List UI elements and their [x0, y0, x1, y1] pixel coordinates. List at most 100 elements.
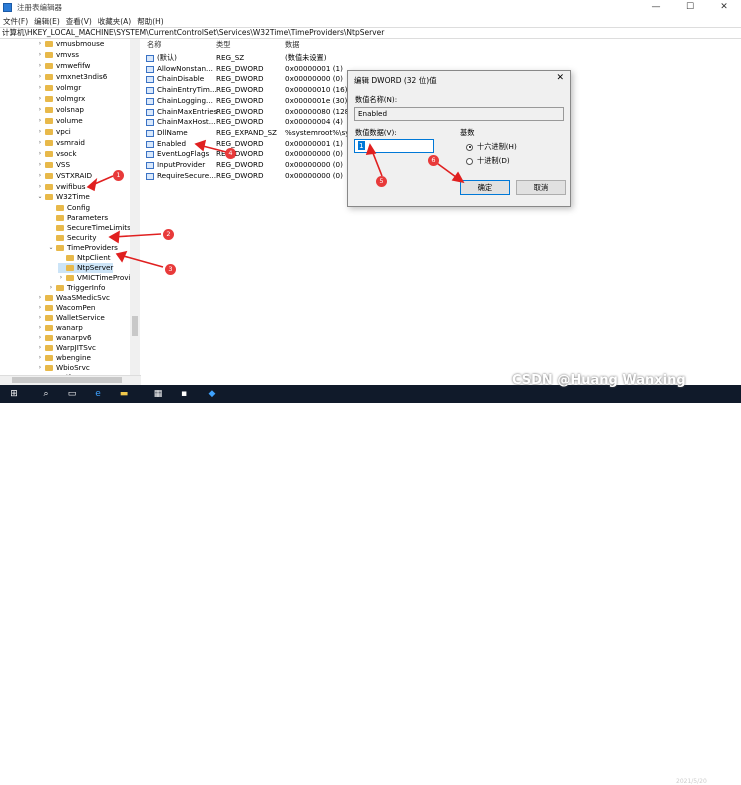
tree-item[interactable]: › wanarp: [37, 323, 83, 333]
search-icon[interactable]: ⌕: [40, 388, 52, 400]
tree-item[interactable]: › vsmraid: [37, 138, 85, 148]
tree-scroll-thumb[interactable]: [132, 316, 138, 336]
value-name-cell[interactable]: ChainMaxEntries: [157, 107, 217, 118]
tree-item[interactable]: › vmusbmouse: [37, 39, 104, 49]
expand-chevron-icon[interactable]: ›: [37, 138, 43, 148]
expand-chevron-icon[interactable]: ›: [37, 127, 43, 137]
expand-chevron-icon[interactable]: ›: [37, 303, 43, 313]
minimize-button[interactable]: —: [639, 0, 673, 15]
tree-item[interactable]: Security: [48, 233, 97, 243]
close-button[interactable]: ✕: [707, 0, 741, 15]
tree-item[interactable]: › volume: [37, 116, 83, 126]
tree-item[interactable]: › wanarpv6: [37, 333, 92, 343]
tree-item[interactable]: NtpServer: [58, 263, 114, 273]
expand-chevron-icon[interactable]: ›: [37, 149, 43, 159]
tree-item[interactable]: › VSTXRAID: [37, 171, 92, 181]
tree-item-label: NtpServer: [77, 263, 114, 272]
expand-chevron-icon[interactable]: ›: [37, 313, 43, 323]
server-manager-icon[interactable]: ▦: [152, 388, 164, 400]
tree-item[interactable]: › vsock: [37, 149, 77, 159]
tree-item[interactable]: › vpci: [37, 127, 71, 137]
cancel-button[interactable]: 取消: [516, 180, 566, 195]
tree-item[interactable]: › WacomPen: [37, 303, 96, 313]
expand-chevron-icon[interactable]: ›: [37, 94, 43, 104]
tree-item[interactable]: › vmvss: [37, 50, 79, 60]
tree-item[interactable]: › vwifibus: [37, 182, 86, 192]
value-data-input[interactable]: 1: [354, 139, 434, 153]
value-name-cell[interactable]: ChainMaxHost...: [157, 117, 216, 128]
expand-chevron-icon[interactable]: ⌄: [48, 243, 54, 253]
cmd-icon[interactable]: ▪: [178, 388, 190, 400]
value-name-cell[interactable]: AllowNonstan...: [157, 64, 213, 75]
tree-item[interactable]: ⌄ TimeProviders: [48, 243, 117, 253]
tree-item[interactable]: › volmgrx: [37, 94, 85, 104]
task-view-icon[interactable]: ▭: [66, 388, 78, 400]
menu-edit[interactable]: 编辑(E): [34, 16, 60, 27]
expand-chevron-icon[interactable]: ›: [37, 182, 43, 192]
value-name-cell[interactable]: EventLogFlags: [157, 149, 209, 160]
expand-chevron-icon[interactable]: ›: [37, 171, 43, 181]
hex-radio[interactable]: 十六进制(H): [466, 142, 517, 152]
dialog-title: 编辑 DWORD (32 位)值: [354, 76, 437, 85]
expand-chevron-icon[interactable]: ›: [37, 39, 43, 49]
tree-item[interactable]: › vmwefifw: [37, 61, 91, 71]
value-name-cell[interactable]: ChainEntryTim...: [157, 85, 217, 96]
dialog-close-button[interactable]: ✕: [556, 73, 564, 83]
column-header-name[interactable]: 名称: [147, 40, 161, 50]
expand-chevron-icon[interactable]: ›: [37, 61, 43, 71]
menu-view[interactable]: 查看(V): [66, 16, 92, 27]
value-name-cell[interactable]: RequireSecure...: [157, 171, 216, 182]
decimal-radio[interactable]: 十进制(D): [466, 156, 510, 166]
tree-item[interactable]: Config: [48, 203, 90, 213]
expand-chevron-icon[interactable]: ›: [37, 323, 43, 333]
expand-chevron-icon[interactable]: ›: [37, 105, 43, 115]
tree-item[interactable]: › volmgr: [37, 83, 81, 93]
ok-button[interactable]: 确定: [460, 180, 510, 195]
tree-item[interactable]: › volsnap: [37, 105, 84, 115]
tree-item[interactable]: › VSS: [37, 160, 70, 170]
tree-item[interactable]: › WarpJITSvc: [37, 343, 96, 353]
expand-chevron-icon[interactable]: ›: [37, 353, 43, 363]
expand-chevron-icon[interactable]: ›: [37, 50, 43, 60]
tree-item[interactable]: › wbengine: [37, 353, 91, 363]
expand-chevron-icon[interactable]: ›: [37, 343, 43, 353]
address-bar[interactable]: 计算机\HKEY_LOCAL_MACHINE\SYSTEM\CurrentCon…: [0, 27, 741, 39]
expand-chevron-icon[interactable]: ›: [48, 283, 54, 293]
tree-item[interactable]: SecureTimeLimits: [48, 223, 131, 233]
column-header-type[interactable]: 类型: [216, 40, 230, 50]
expand-chevron-icon[interactable]: ⌄: [37, 192, 43, 202]
value-name-cell[interactable]: InputProvider: [157, 160, 205, 171]
tree-item[interactable]: › WbioSrvc: [37, 363, 90, 373]
expand-chevron-icon[interactable]: ›: [37, 72, 43, 82]
tree-item[interactable]: NtpClient: [58, 253, 111, 263]
file-explorer-icon[interactable]: ▬: [118, 388, 130, 400]
expand-chevron-icon[interactable]: ›: [37, 116, 43, 126]
start-icon[interactable]: ⊞: [8, 388, 20, 400]
value-name-cell[interactable]: (默认): [157, 53, 177, 64]
value-name-cell[interactable]: ChainLogging...: [157, 96, 213, 107]
menu-favorites[interactable]: 收藏夹(A): [98, 16, 131, 27]
value-name-cell[interactable]: ChainDisable: [157, 74, 204, 85]
expand-chevron-icon[interactable]: ›: [37, 160, 43, 170]
menu-file[interactable]: 文件(F): [3, 16, 28, 27]
expand-chevron-icon[interactable]: ›: [37, 363, 43, 373]
menu-help[interactable]: 帮助(H): [137, 16, 164, 27]
tree-item[interactable]: › vmxnet3ndis6: [37, 72, 108, 82]
tree-item[interactable]: › WalletService: [37, 313, 105, 323]
expand-chevron-icon[interactable]: ›: [37, 293, 43, 303]
tree-item[interactable]: Parameters: [48, 213, 108, 223]
value-name-cell[interactable]: DllName: [157, 128, 188, 139]
tree-item[interactable]: ⌄ W32Time: [37, 192, 89, 202]
regedit-taskbar-icon[interactable]: ◆: [206, 388, 218, 400]
expand-chevron-icon[interactable]: ›: [37, 83, 43, 93]
tree-hscroll-thumb[interactable]: [12, 377, 122, 383]
value-name-cell[interactable]: Enabled: [157, 139, 186, 150]
expand-chevron-icon[interactable]: ›: [37, 333, 43, 343]
column-header-data[interactable]: 数据: [285, 40, 299, 50]
edge-icon[interactable]: e: [92, 388, 104, 400]
tree-item[interactable]: › TriggerInfo: [48, 283, 106, 293]
tree-item[interactable]: › WaaSMedicSvc: [37, 293, 110, 303]
maximize-button[interactable]: ☐: [673, 0, 707, 15]
expand-chevron-icon[interactable]: ›: [58, 273, 64, 283]
tree-item[interactable]: › VMICTimeProvide: [58, 273, 139, 283]
